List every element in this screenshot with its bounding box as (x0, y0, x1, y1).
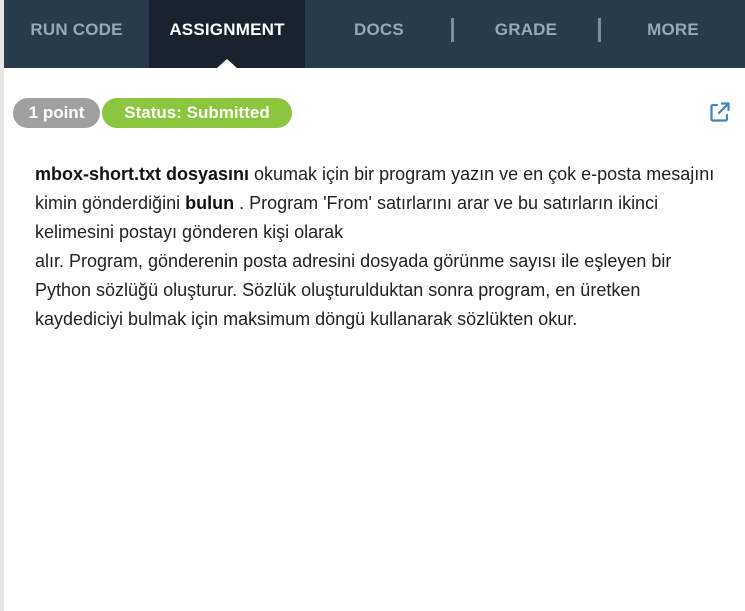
active-tab-caret (217, 59, 237, 68)
description-paragraph: mbox-short.txt dosyasını okumak için bir… (35, 160, 715, 334)
tab-assignment-label: ASSIGNMENT (169, 20, 285, 39)
tab-more-label: MORE (647, 20, 699, 39)
tab-grade-label: GRADE (494, 20, 558, 39)
assignment-panel: RUN CODE ASSIGNMENT DOCS GRADE MORE 1 po… (0, 0, 745, 611)
external-link-icon-graphic (710, 102, 730, 122)
tab-docs[interactable]: DOCS (305, 0, 453, 68)
tab-docs-label: DOCS (354, 20, 404, 39)
assignment-description: mbox-short.txt dosyasını okumak için bir… (35, 160, 715, 334)
top-nav: RUN CODE ASSIGNMENT DOCS GRADE MORE (4, 0, 745, 68)
description-text-3: alır. Program, gönderenin posta adresini… (35, 251, 672, 329)
tab-grade[interactable]: GRADE (454, 0, 598, 68)
tab-run-code[interactable]: RUN CODE (4, 0, 149, 68)
status-badge: Status: Submitted (102, 98, 292, 128)
tab-run-code-label: RUN CODE (30, 20, 123, 39)
points-badge: 1 point (13, 98, 100, 128)
description-verb: bulun (185, 193, 235, 213)
tab-assignment[interactable]: ASSIGNMENT (149, 0, 305, 68)
description-filename: mbox-short.txt dosyasını (35, 164, 250, 184)
tab-more[interactable]: MORE (601, 0, 745, 68)
external-link-icon[interactable] (708, 100, 732, 124)
